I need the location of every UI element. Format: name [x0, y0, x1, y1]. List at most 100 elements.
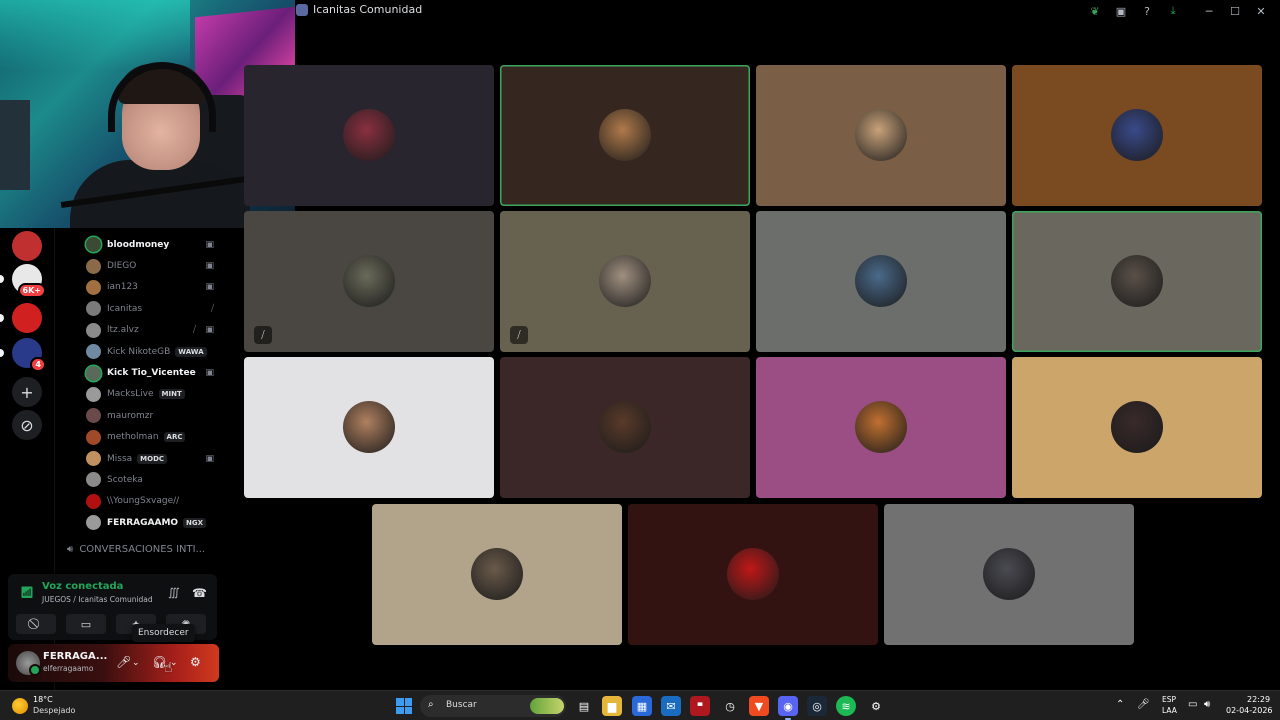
help-icon[interactable]: ? [1138, 2, 1156, 20]
server-icon[interactable]: 4 [0, 338, 46, 372]
avatar [86, 344, 101, 360]
voice-channel-item[interactable]: 🔊︎ CONVERSACIONES INTI... [67, 544, 205, 555]
task-view-icon[interactable]: ▤ [574, 696, 594, 716]
settings-app-icon[interactable]: ⚙ [866, 696, 886, 716]
start-button[interactable] [396, 698, 412, 714]
download-icon[interactable]: ⤓ [1164, 2, 1182, 20]
server-icon[interactable]: 6K+ [0, 264, 46, 298]
voice-member[interactable]: Missa MODC ▣ [55, 448, 226, 469]
participant-tile[interactable] [884, 504, 1134, 645]
network-icon[interactable]: ▭ [1188, 699, 1197, 710]
minimize-button[interactable]: ─ [1200, 2, 1218, 20]
participant-tile[interactable] [756, 357, 1006, 498]
add-server-button[interactable]: + [12, 377, 42, 407]
voice-member[interactable]: bloodmoney ▣ [55, 234, 226, 255]
close-button[interactable]: ✕ [1252, 2, 1270, 20]
screen-share-button[interactable]: ▭ [66, 614, 106, 634]
participant-tile[interactable] [372, 504, 622, 645]
voice-member[interactable]: Kick Tio_Vicentee ▣ [55, 362, 226, 383]
member-server-tag: MINT [158, 389, 185, 400]
avatar[interactable] [16, 651, 41, 676]
game-app-icon[interactable]: ▀ [690, 696, 710, 716]
ms-store-icon[interactable]: ▦ [632, 696, 652, 716]
muted-mic-icon: ⧸ [254, 326, 272, 344]
spotify-icon[interactable]: ≋ [836, 696, 856, 716]
member-name: Missa [107, 453, 133, 464]
participant-tile[interactable]: ⧸ [244, 211, 494, 352]
voice-member[interactable]: Scoteka [55, 469, 226, 490]
discord-app-icon[interactable]: ◉ [778, 696, 798, 720]
disconnect-button[interactable]: ☎︎ [192, 586, 207, 600]
voice-member[interactable]: Kick NikoteGB WAWA [55, 341, 226, 362]
participant-tile[interactable] [1012, 211, 1262, 352]
camera-on-icon: ▣ [205, 325, 214, 336]
volume-icon[interactable]: 🔊︎ [1204, 699, 1210, 710]
signal-icon[interactable]: 📶︎ [20, 586, 34, 599]
participant-tile[interactable]: ⧸ [500, 211, 750, 352]
member-server-tag: WAWA [175, 346, 207, 357]
deafened-icon: ⧸ [192, 325, 196, 336]
file-explorer-icon[interactable]: ▆ [602, 696, 622, 716]
clock-app-icon[interactable]: ◷ [720, 696, 740, 716]
tray-overflow-chevron-icon[interactable]: ⌃ [1116, 699, 1124, 710]
member-name: bloodmoney [107, 239, 170, 250]
camera-off-button[interactable]: ⃠ [16, 614, 56, 634]
user-handle: elferragaamo [43, 664, 94, 673]
participant-tile[interactable] [244, 65, 494, 206]
clock-date[interactable]: 02-04-2026 [1226, 706, 1273, 715]
avatar [855, 109, 907, 161]
outlook-icon[interactable]: ✉ [661, 696, 681, 716]
participant-tile[interactable] [1012, 65, 1262, 206]
deafened-icon: ⧸ [210, 303, 214, 314]
voice-member[interactable]: DIEGO ▣ [55, 255, 226, 276]
avatar [86, 408, 101, 424]
explore-servers-button[interactable]: ⊘ [12, 410, 42, 440]
nitro-leaf-icon[interactable]: ❦ [1086, 2, 1104, 20]
input-language[interactable]: ESP [1162, 695, 1176, 704]
weather-description[interactable]: Despejado [33, 706, 75, 715]
voice-member[interactable]: metholman ARC [55, 427, 226, 448]
user-display-name[interactable]: FERRAGA... [43, 651, 107, 662]
keyboard-layout[interactable]: LAA [1162, 706, 1177, 715]
participant-tile[interactable] [500, 65, 750, 206]
taskbar-search[interactable]: ⌕ Buscar [420, 695, 566, 717]
member-server-tag: NGX [183, 517, 207, 528]
voice-member[interactable]: \\YoungSxvage// [55, 491, 226, 512]
maximize-button[interactable]: ☐ [1226, 2, 1244, 20]
voice-member[interactable]: ian123 ▣ [55, 277, 226, 298]
voice-channel-path[interactable]: JUEGOS / Icanitas Comunidad [42, 595, 153, 604]
server-icon[interactable] [12, 231, 42, 261]
voice-status[interactable]: Voz conectada [42, 581, 123, 592]
steam-icon[interactable]: ◎ [807, 696, 827, 716]
avatar [86, 279, 101, 295]
mic-options-chevron-icon[interactable]: ⌄ [132, 658, 140, 668]
participant-tile[interactable] [628, 504, 878, 645]
member-server-tag: MODC [137, 453, 168, 464]
noise-suppression-icon[interactable]: ∭ [168, 586, 180, 599]
microphone-icon[interactable]: 🎤︎ [116, 655, 131, 669]
voice-member[interactable]: MacksLive MINT [55, 384, 226, 405]
voice-member[interactable]: ltz.alvz ⧸ ▣ [55, 320, 226, 341]
participant-tile[interactable] [756, 65, 1006, 206]
voice-member[interactable]: Icanitas ⧸ [55, 298, 226, 319]
voice-member[interactable]: FERRAGAAMO NGX [55, 512, 226, 533]
member-name: \\YoungSxvage// [107, 496, 180, 507]
avatar [599, 255, 651, 307]
participant-tile[interactable] [244, 357, 494, 498]
voice-member[interactable]: mauromzr [55, 405, 226, 426]
member-server-tag: ARC [163, 432, 186, 443]
member-name: DIEGO [107, 261, 137, 272]
weather-moon-icon[interactable] [12, 698, 28, 714]
weather-temperature[interactable]: 18°C [33, 695, 53, 704]
tray-microphone-icon[interactable]: 🎤︎ [1137, 699, 1150, 710]
participant-tile[interactable] [500, 357, 750, 498]
window-title-group: Icanitas Comunidad [296, 3, 422, 16]
server-icon[interactable] [0, 303, 42, 333]
participant-tile[interactable] [1012, 357, 1262, 498]
settings-gear-icon[interactable]: ⚙ [190, 655, 201, 669]
clock-time[interactable]: 22:29 [1247, 695, 1270, 704]
inbox-icon[interactable]: ▣ [1112, 2, 1130, 20]
brave-browser-icon[interactable]: ▼ [749, 696, 769, 716]
participant-tile[interactable] [756, 211, 1006, 352]
channel-label: CONVERSACIONES INTI... [79, 544, 206, 555]
